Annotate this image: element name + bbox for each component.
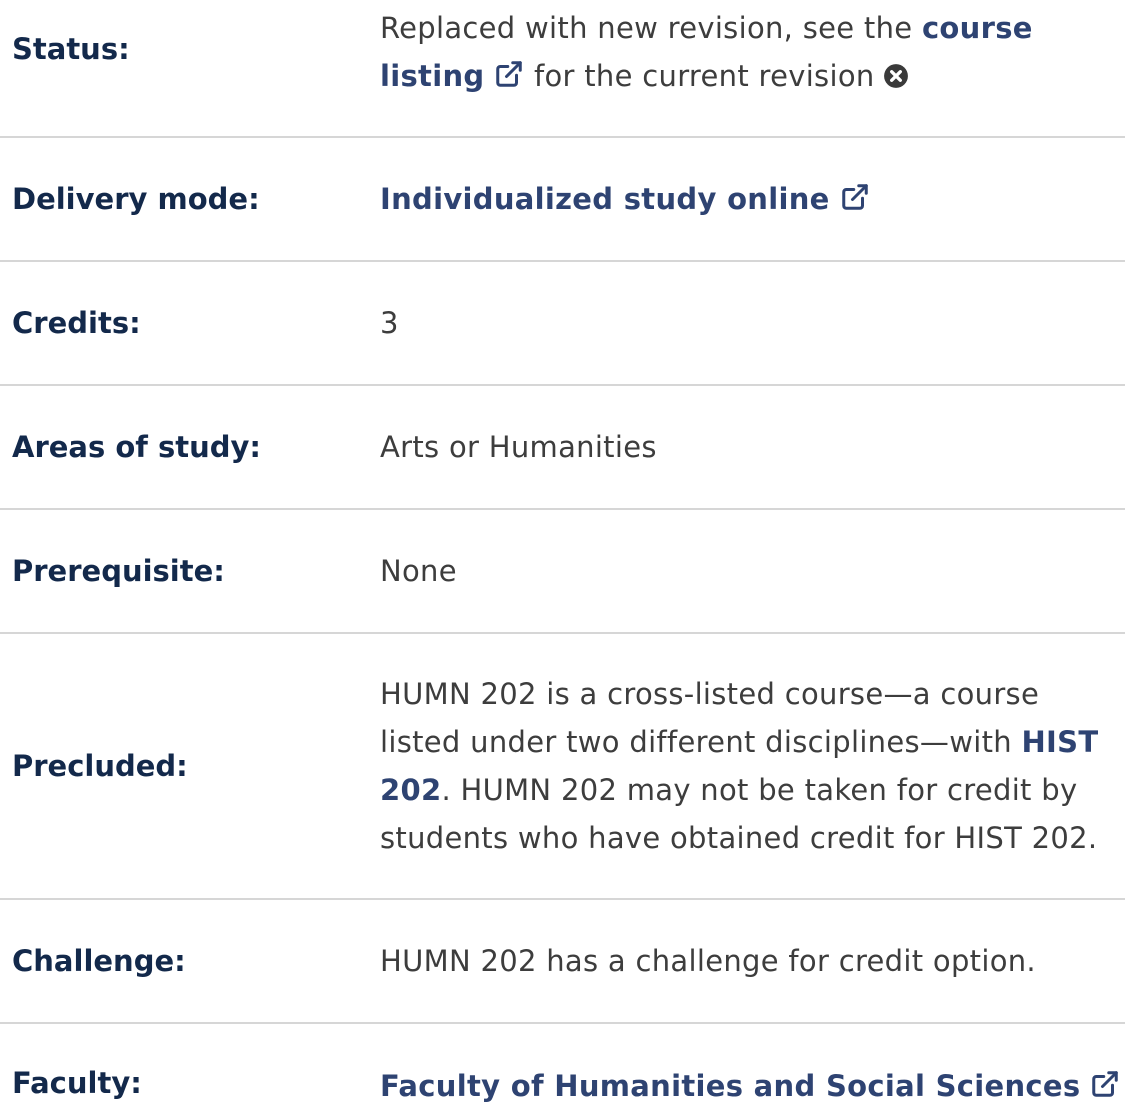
areas-of-study-label: Areas of study: [12,430,262,464]
credits-label: Credits: [12,306,141,340]
challenge-row: Challenge: HUMN 202 has a challenge for … [0,900,1125,1024]
delivery-mode-value: Individualized study online [380,175,1125,223]
challenge-label: Challenge: [12,944,186,978]
prerequisite-value: None [380,554,457,588]
status-row: Status: Replaced with new revision, see … [0,0,1125,138]
faculty-row: Faculty: Faculty of Humanities and Socia… [0,1024,1125,1103]
faculty-value: Faculty of Humanities and Social Science… [380,1024,1125,1110]
delivery-mode-label: Delivery mode: [12,182,260,216]
status-text-after: for the current revision [524,59,875,93]
challenge-value: HUMN 202 has a challenge for credit opti… [380,944,1036,978]
close-circle-icon[interactable] [883,55,909,88]
precluded-label: Precluded: [12,749,188,783]
external-link-icon[interactable] [840,178,870,210]
faculty-label: Faculty: [12,1066,142,1100]
status-value: Replaced with new revision, see the cour… [380,0,1125,100]
credits-row: Credits: 3 [0,262,1125,386]
external-link-icon[interactable] [494,55,524,87]
status-text-before: Replaced with new revision, see the [380,11,922,45]
areas-of-study-row: Areas of study: Arts or Humanities [0,386,1125,510]
status-label: Status: [12,32,130,66]
precluded-text-before: HUMN 202 is a cross-listed course—a cour… [380,677,1040,759]
precluded-value: HUMN 202 is a cross-listed course—a cour… [380,670,1125,862]
external-link-icon[interactable] [1090,1065,1120,1097]
course-details-table: Status: Replaced with new revision, see … [0,0,1125,1103]
delivery-mode-row: Delivery mode: Individualized study onli… [0,138,1125,262]
precluded-row: Precluded: HUMN 202 is a cross-listed co… [0,634,1125,900]
prerequisite-row: Prerequisite: None [0,510,1125,634]
prerequisite-label: Prerequisite: [12,554,225,588]
credits-value: 3 [380,306,399,340]
precluded-text-after: . HUMN 202 may not be taken for credit b… [380,773,1098,855]
faculty-link[interactable]: Faculty of Humanities and Social Science… [380,1069,1080,1103]
delivery-mode-link[interactable]: Individualized study online [380,182,830,216]
areas-of-study-value: Arts or Humanities [380,430,657,464]
